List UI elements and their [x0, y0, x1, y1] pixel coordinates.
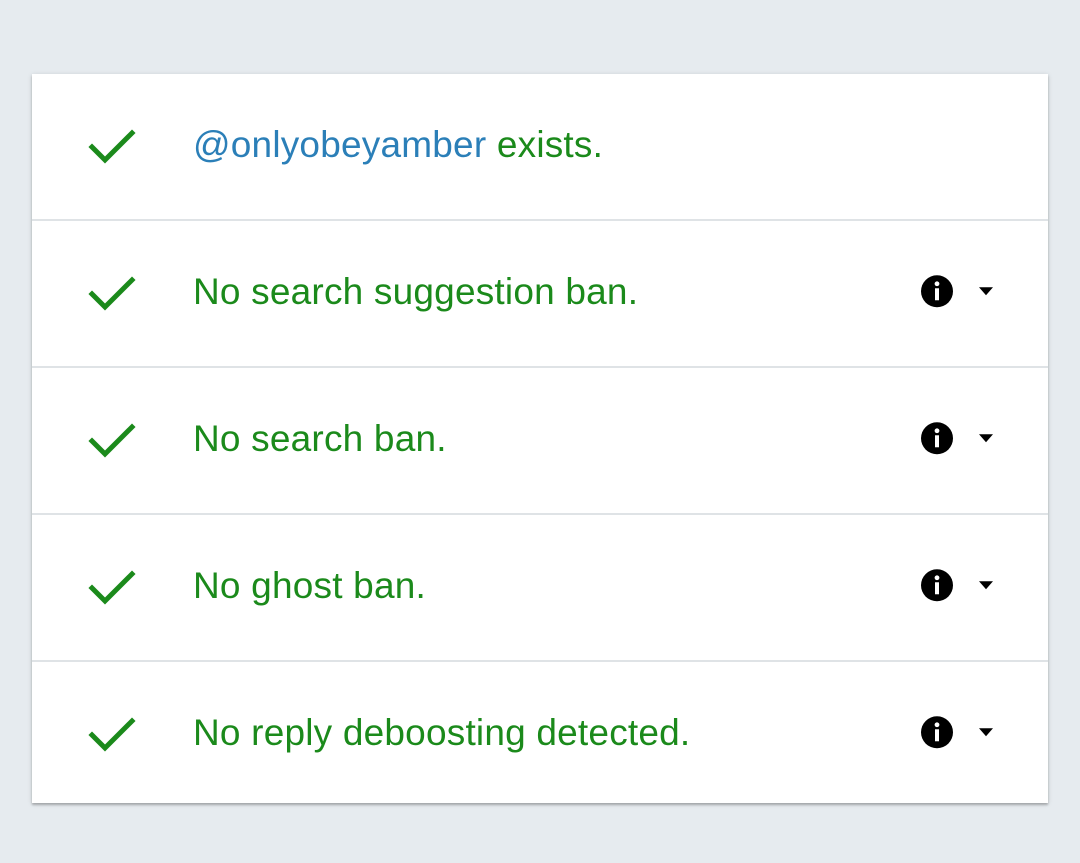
caret-down-icon[interactable] [977, 580, 995, 590]
result-row-search-ban: No search ban. [32, 368, 1048, 515]
result-row-reply-deboosting: No reply deboosting detected. [32, 662, 1048, 807]
caret-down-icon[interactable] [977, 433, 995, 443]
result-row-exists: @onlyobeyamber exists. [32, 74, 1048, 221]
row-actions [920, 715, 995, 749]
result-row-ghost-ban: No ghost ban. [32, 515, 1048, 662]
info-icon[interactable] [920, 568, 954, 602]
row-actions [920, 568, 995, 602]
exists-text: exists. [486, 123, 604, 165]
check-icon [88, 127, 136, 167]
result-label: No ghost ban. [193, 564, 426, 606]
caret-down-icon[interactable] [977, 727, 995, 737]
row-actions [920, 421, 995, 455]
results-card: @onlyobeyamber exists. No search suggest… [32, 74, 1048, 803]
row-actions [920, 274, 995, 308]
check-icon [88, 568, 136, 608]
caret-down-icon[interactable] [977, 286, 995, 296]
info-icon[interactable] [920, 715, 954, 749]
info-icon[interactable] [920, 421, 954, 455]
result-row-search-suggestion-ban: No search suggestion ban. [32, 221, 1048, 368]
username-handle[interactable]: @onlyobeyamber [193, 123, 486, 164]
result-label-exists: @onlyobeyamber exists. [193, 123, 603, 165]
info-icon[interactable] [920, 274, 954, 308]
result-label: No search suggestion ban. [193, 270, 639, 312]
result-label: No reply deboosting detected. [193, 711, 691, 753]
check-icon [88, 421, 136, 461]
check-icon [88, 274, 136, 314]
result-label: No search ban. [193, 417, 447, 459]
check-icon [88, 715, 136, 755]
